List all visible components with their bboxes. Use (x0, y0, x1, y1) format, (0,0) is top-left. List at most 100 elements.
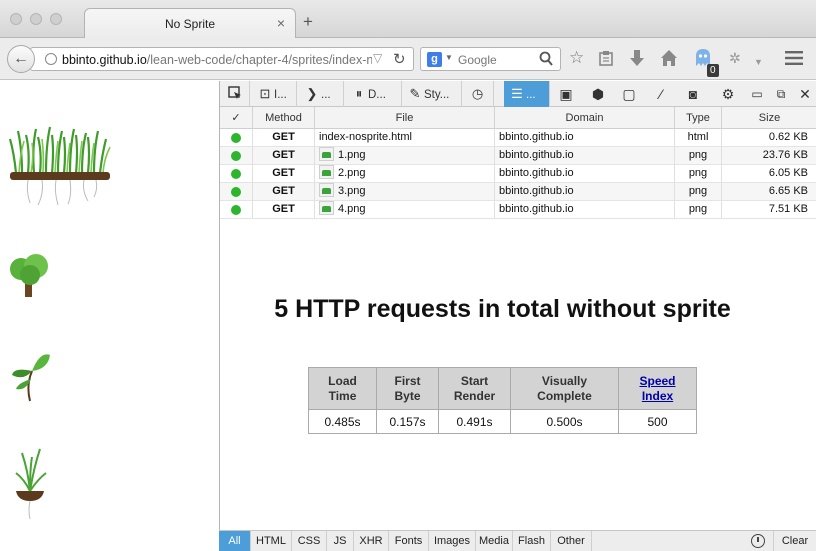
filter-html[interactable]: HTML (251, 531, 292, 551)
zoom-window-button[interactable] (50, 13, 62, 25)
filter-images[interactable]: Images (429, 531, 476, 551)
close-icon[interactable]: ✕ (794, 81, 816, 107)
filter-xhr[interactable]: XHR (354, 531, 389, 551)
method-cell: GET (253, 147, 315, 165)
table-row[interactable]: GET 2.png bbinto.github.io png 6.05 KB (220, 165, 816, 183)
column-file[interactable]: File (315, 107, 495, 129)
responsive-icon[interactable]: ▢ (618, 81, 640, 107)
size-cell: 7.51 KB (722, 201, 816, 219)
pick-element-icon (227, 86, 241, 99)
value-visually-complete: 0.500s (510, 409, 619, 434)
menu-icon[interactable] (785, 51, 803, 65)
dropdown-icon[interactable]: ▽ (373, 51, 382, 65)
size-cell: 0.62 KB (722, 129, 816, 147)
plant-pot-image (15, 448, 47, 520)
table-row[interactable]: GET index-nosprite.html bbinto.github.io ht… (220, 129, 816, 147)
results-table: Load Time First Byte Start Render Visually C… (308, 367, 697, 434)
search-bar[interactable]: g ▼ Google (420, 47, 561, 71)
type-cell: html (675, 129, 722, 147)
performance-clock-icon[interactable] (751, 534, 765, 548)
search-icon[interactable] (539, 51, 553, 67)
gear-icon[interactable]: ⚙ (717, 81, 739, 107)
reload-icon[interactable]: ↻ (393, 50, 406, 68)
status-cell (220, 165, 253, 183)
screenshot-icon[interactable]: ◙ (682, 81, 704, 107)
tree-image (10, 254, 48, 297)
column-size[interactable]: Size (722, 107, 816, 129)
cube-icon[interactable]: ⬢ (587, 81, 609, 107)
tab-debugger[interactable]: ⏸ D... (344, 81, 402, 107)
url-bar[interactable]: bbinto.github.io/lean-web-code/chapter-4… (30, 47, 414, 71)
header-load-time: Load Time (308, 367, 377, 410)
filter-flash[interactable]: Flash (513, 531, 551, 551)
download-icon[interactable] (629, 49, 645, 67)
undock-icon[interactable]: ⧉ (770, 81, 792, 107)
new-tab-button[interactable]: + (303, 12, 313, 32)
method-cell: GET (253, 183, 315, 201)
bookmark-star-icon[interactable]: ☆ (569, 48, 584, 68)
table-row[interactable]: GET 4.png bbinto.github.io png 7.51 KB (220, 201, 816, 219)
file-name: index-nosprite.html (319, 131, 412, 143)
header-speed-index[interactable]: Speed Index (618, 367, 697, 410)
results-panel: Load Time First Byte Start Render Visually C… (305, 362, 708, 440)
clipboard-icon[interactable] (598, 50, 614, 66)
column-domain[interactable]: Domain (495, 107, 675, 129)
column-type[interactable]: Type (675, 107, 722, 129)
file-cell: 4.png (315, 201, 495, 219)
chevron-down-icon[interactable]: ▼ (445, 53, 453, 62)
tab-performance[interactable]: ◷ (462, 81, 494, 107)
status-cell (220, 129, 253, 147)
scratchpad-icon[interactable]: ▣ (555, 81, 577, 107)
browser-tab[interactable]: No Sprite × (84, 8, 296, 39)
chevron-down-icon[interactable]: ▼ (754, 52, 763, 72)
debugger-icon: ⏸ (355, 86, 363, 101)
url-text[interactable]: bbinto.github.io/lean-web-code/chapter-4… (62, 53, 372, 67)
pick-element-button[interactable] (220, 81, 250, 107)
tab-close-icon[interactable]: × (277, 15, 285, 31)
status-ok-icon (231, 151, 241, 161)
filter-fonts[interactable]: Fonts (389, 531, 429, 551)
file-name: 1.png (338, 149, 366, 161)
status-ok-icon (231, 133, 241, 143)
home-icon[interactable] (660, 49, 678, 67)
back-button[interactable]: ← (7, 45, 35, 73)
back-icon: ← (13, 50, 29, 67)
file-name: 3.png (338, 185, 366, 197)
bug-icon[interactable]: ✲ (729, 48, 741, 68)
tab-style-editor[interactable]: ✎ Sty... (402, 81, 462, 107)
status-cell (220, 201, 253, 219)
network-table-header: ✓ Method File Domain Type Size (220, 107, 816, 129)
domain-cell: bbinto.github.io (495, 147, 675, 165)
clear-button[interactable]: Clear (773, 531, 816, 551)
filter-css[interactable]: CSS (292, 531, 327, 551)
google-icon[interactable]: g (427, 52, 442, 67)
type-cell: png (675, 201, 722, 219)
table-row[interactable]: GET 3.png bbinto.github.io png 6.65 KB (220, 183, 816, 201)
table-row[interactable]: GET 1.png bbinto.github.io png 23.76 KB (220, 147, 816, 165)
column-status[interactable]: ✓ (220, 107, 253, 129)
header-start-render: Start Render (438, 367, 511, 410)
filter-all[interactable]: All (219, 531, 251, 551)
size-cell: 6.65 KB (722, 183, 816, 201)
tab-console[interactable]: ❯... (297, 81, 344, 107)
filter-other[interactable]: Other (551, 531, 592, 551)
eyedropper-icon[interactable]: ⁄ (650, 81, 672, 107)
size-cell: 6.05 KB (722, 165, 816, 183)
value-start-render: 0.491s (438, 409, 511, 434)
tab-network[interactable]: ☰... (504, 81, 550, 107)
performance-icon: ◷ (471, 86, 484, 101)
filter-js[interactable]: JS (327, 531, 354, 551)
value-load-time: 0.485s (308, 409, 377, 434)
console-icon: ❯ (306, 86, 318, 101)
image-thumbnail-icon (319, 201, 334, 215)
file-cell: 3.png (315, 183, 495, 201)
column-method[interactable]: Method (253, 107, 315, 129)
filter-media[interactable]: Media (476, 531, 513, 551)
minimize-window-button[interactable] (30, 13, 42, 25)
tab-inspector[interactable]: ⊡ I... (250, 81, 297, 107)
image-thumbnail-icon (319, 147, 334, 161)
file-cell: 2.png (315, 165, 495, 183)
search-input[interactable]: Google (458, 53, 497, 67)
close-window-button[interactable] (10, 13, 22, 25)
dock-icon[interactable]: ▭ (746, 81, 768, 107)
